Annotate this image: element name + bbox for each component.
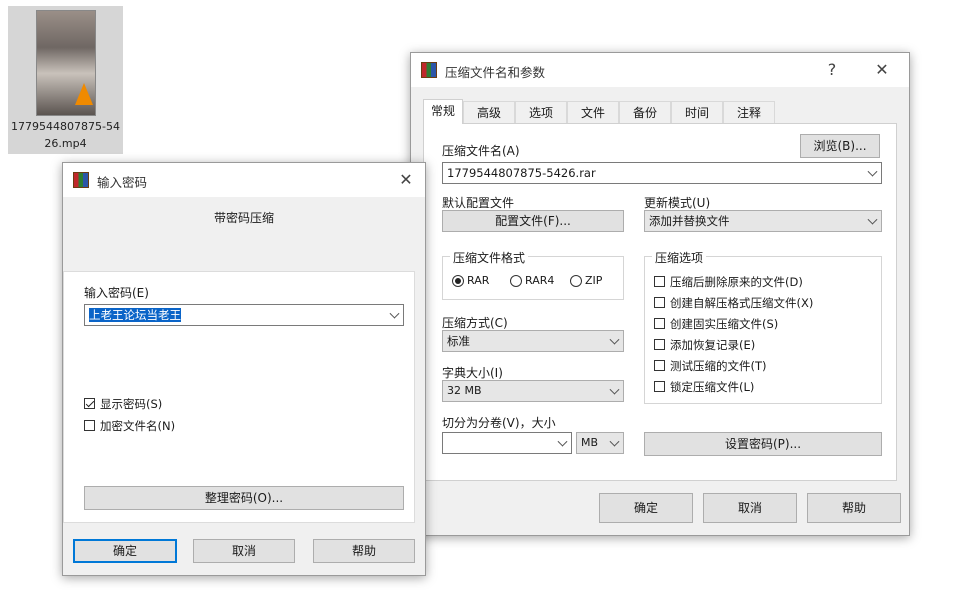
option-test-checkbox[interactable] [654, 360, 665, 371]
encrypt-names-checkbox[interactable] [84, 420, 95, 431]
enter-password-dialog: 输入密码 ✕ 带密码压缩 输入密码(E) 上老王论坛当老王 显示密码(S) 加密… [62, 162, 426, 576]
archive-name-value: 1779544807875-5426.rar [447, 166, 596, 180]
format-rar-label: RAR [467, 274, 490, 287]
file-name-label: 1779544807875-5426.mp4 [11, 120, 120, 150]
ok-button[interactable]: 确定 [599, 493, 693, 523]
option-sfx-checkbox[interactable] [654, 297, 665, 308]
help-button[interactable]: 帮助 [807, 493, 901, 523]
tab-general[interactable]: 常规 [423, 99, 463, 124]
dialog-title: 输入密码 [97, 175, 148, 190]
show-password-label: 显示密码(S) [100, 397, 163, 411]
organize-passwords-button[interactable]: 整理密码(O)... [84, 486, 404, 510]
chevron-down-icon [389, 308, 400, 319]
help-title-button[interactable]: ? [815, 57, 849, 83]
winrar-app-icon [73, 172, 89, 188]
format-zip-radio[interactable] [570, 275, 582, 287]
password-label: 输入密码(E) [84, 286, 149, 300]
compression-method-select[interactable]: 标准 [442, 330, 624, 352]
split-unit-select[interactable]: MB [576, 432, 624, 454]
option-solid-checkbox[interactable] [654, 318, 665, 329]
close-icon[interactable]: ✕ [389, 167, 423, 193]
option-lock-checkbox[interactable] [654, 381, 665, 392]
title-bar: 输入密码 ✕ [63, 163, 425, 197]
option-recovery-checkbox[interactable] [654, 339, 665, 350]
cancel-button[interactable]: 取消 [193, 539, 295, 563]
tab-options[interactable]: 选项 [515, 101, 567, 123]
tab-advanced[interactable]: 高级 [463, 101, 515, 123]
tab-comment[interactable]: 注释 [723, 101, 775, 123]
update-mode-label: 更新模式(U) [644, 196, 711, 210]
chevron-down-icon [867, 166, 878, 177]
chevron-down-icon [609, 334, 620, 345]
compression-options-label: 压缩选项 [652, 249, 707, 266]
set-password-button[interactable]: 设置密码(P)... [644, 432, 882, 456]
help-button[interactable]: 帮助 [313, 539, 415, 563]
split-unit-value: MB [581, 436, 599, 449]
tab-time[interactable]: 时间 [671, 101, 723, 123]
format-rar4-label: RAR4 [525, 274, 555, 287]
option-lock-label: 锁定压缩文件(L) [670, 380, 755, 394]
archive-name-label: 压缩文件名(A) [442, 144, 520, 158]
chevron-down-icon [609, 436, 620, 447]
profile-button[interactable]: 配置文件(F)... [442, 210, 624, 232]
dictionary-size-value: 32 MB [447, 384, 482, 397]
archive-format-label: 压缩文件格式 [450, 249, 529, 266]
chevron-down-icon [867, 214, 878, 225]
dialog-title: 压缩文件名和参数 [445, 65, 546, 80]
chevron-down-icon [557, 436, 568, 447]
option-solid-label: 创建固实压缩文件(S) [670, 317, 779, 331]
archive-name-input[interactable]: 1779544807875-5426.rar [442, 162, 882, 184]
tab-backup[interactable]: 备份 [619, 101, 671, 123]
password-value: 上老王论坛当老王 [89, 308, 181, 322]
split-size-input[interactable] [442, 432, 572, 454]
chevron-down-icon [609, 384, 620, 395]
browse-button[interactable]: 浏览(B)... [800, 134, 880, 158]
winrar-app-icon [421, 62, 437, 78]
title-bar: 压缩文件名和参数 ? ✕ [411, 53, 909, 87]
compression-method-label: 压缩方式(C) [442, 316, 508, 330]
update-mode-select[interactable]: 添加并替换文件 [644, 210, 882, 232]
dictionary-size-select[interactable]: 32 MB [442, 380, 624, 402]
password-input[interactable]: 上老王论坛当老王 [84, 304, 404, 326]
encrypt-names-label: 加密文件名(N) [100, 419, 176, 433]
format-zip-label: ZIP [585, 274, 603, 287]
option-delete-after-checkbox[interactable] [654, 276, 665, 287]
option-delete-after-label: 压缩后删除原来的文件(D) [670, 275, 803, 289]
close-icon[interactable]: ✕ [865, 57, 899, 83]
video-thumbnail [36, 10, 96, 116]
option-sfx-label: 创建自解压格式压缩文件(X) [670, 296, 814, 310]
update-mode-value: 添加并替换文件 [649, 214, 730, 228]
default-profile-label: 默认配置文件 [442, 196, 515, 210]
compression-method-value: 标准 [447, 334, 470, 348]
show-password-checkbox[interactable] [84, 398, 95, 409]
format-rar-radio[interactable] [452, 275, 464, 287]
vlc-cone-icon [75, 83, 93, 105]
format-rar4-radio[interactable] [510, 275, 522, 287]
tab-files[interactable]: 文件 [567, 101, 619, 123]
cancel-button[interactable]: 取消 [703, 493, 797, 523]
dialog-subtitle: 带密码压缩 [213, 211, 274, 225]
split-volumes-label: 切分为分卷(V)，大小 [442, 416, 556, 430]
dictionary-size-label: 字典大小(I) [442, 366, 503, 380]
desktop-file-item[interactable]: 1779544807875-5426.mp4 [8, 6, 123, 154]
password-panel: 输入密码(E) 上老王论坛当老王 显示密码(S) 加密文件名(N) 整理密码(O… [63, 271, 415, 523]
general-panel: 压缩文件名(A) 浏览(B)... 1779544807875-5426.rar… [423, 123, 897, 481]
archive-parameters-dialog: 压缩文件名和参数 ? ✕ 常规 高级 选项 文件 备份 时间 注释 压缩文件名(… [410, 52, 910, 536]
option-recovery-label: 添加恢复记录(E) [670, 338, 756, 352]
ok-button[interactable]: 确定 [73, 539, 177, 563]
option-test-label: 测试压缩的文件(T) [670, 359, 767, 373]
